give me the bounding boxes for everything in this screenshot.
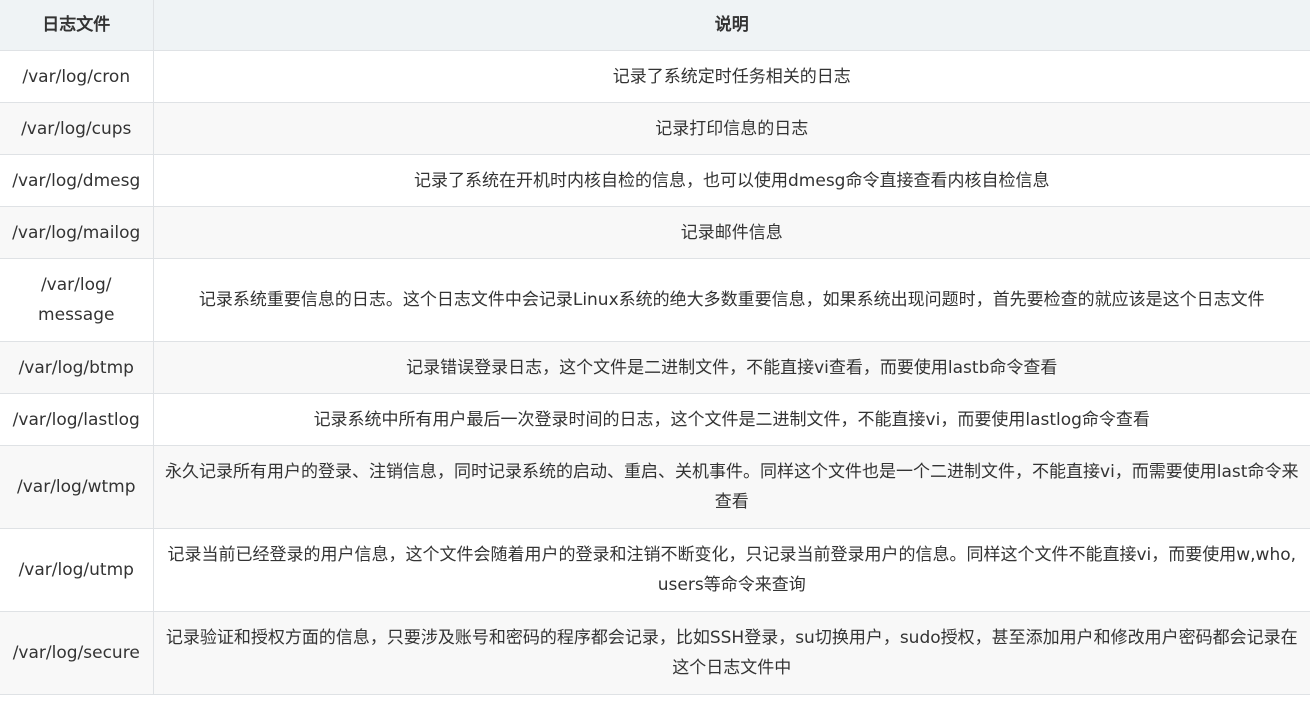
table-header-row: 日志文件 说明 — [0, 0, 1310, 51]
cell-log-file: /var/log/btmp — [0, 341, 154, 394]
table-row: /var/log/lastlog 记录系统中所有用户最后一次登录时间的日志，这个… — [0, 393, 1310, 446]
table-row: /var/log/dmesg 记录了系统在开机时内核自检的信息，也可以使用dme… — [0, 154, 1310, 207]
header-log-file: 日志文件 — [0, 0, 154, 51]
cell-description: 记录了系统在开机时内核自检的信息，也可以使用dmesg命令直接查看内核自检信息 — [152, 154, 1310, 207]
table-row: /var/log/btmp 记录错误登录日志，这个文件是二进制文件，不能直接vi… — [0, 341, 1310, 394]
cell-description: 记录验证和授权方面的信息，只要涉及账号和密码的程序都会记录，比如SSH登录，su… — [152, 611, 1310, 695]
cell-log-file: /var/log/utmp — [0, 528, 154, 612]
cell-log-file: /var/log/dmesg — [0, 154, 154, 207]
cell-log-file: /var/log/secure — [0, 611, 154, 695]
cell-log-file: /var/log/wtmp — [0, 445, 154, 529]
cell-log-file: /var/log/mailog — [0, 206, 154, 259]
table-row: /var/log/utmp 记录当前已经登录的用户信息，这个文件会随着用户的登录… — [0, 528, 1310, 612]
table-row: /var/log/wtmp 永久记录所有用户的登录、注销信息，同时记录系统的启动… — [0, 445, 1310, 529]
cell-log-file: /var/log/lastlog — [0, 393, 154, 446]
cell-description: 记录打印信息的日志 — [152, 102, 1310, 155]
table-row: /var/log/mailog 记录邮件信息 — [0, 206, 1310, 259]
table-row: /var/log/secure 记录验证和授权方面的信息，只要涉及账号和密码的程… — [0, 611, 1310, 695]
cell-description: 记录系统重要信息的日志。这个日志文件中会记录Linux系统的绝大多数重要信息，如… — [152, 258, 1310, 342]
header-description: 说明 — [152, 0, 1310, 51]
cell-description: 记录当前已经登录的用户信息，这个文件会随着用户的登录和注销不断变化，只记录当前登… — [152, 528, 1310, 612]
cell-description: 记录系统中所有用户最后一次登录时间的日志，这个文件是二进制文件，不能直接vi，而… — [152, 393, 1310, 446]
cell-log-file: /var/log/ message — [0, 258, 154, 342]
cell-description: 永久记录所有用户的登录、注销信息，同时记录系统的启动、重启、关机事件。同样这个文… — [152, 445, 1310, 529]
table-row: /var/log/cups 记录打印信息的日志 — [0, 102, 1310, 155]
table-row: /var/log/ message 记录系统重要信息的日志。这个日志文件中会记录… — [0, 258, 1310, 342]
cell-log-file: /var/log/cups — [0, 102, 154, 155]
log-files-table: 日志文件 说明 /var/log/cron 记录了系统定时任务相关的日志 /va… — [0, 0, 1310, 695]
cell-description: 记录了系统定时任务相关的日志 — [152, 50, 1310, 103]
table-row: /var/log/cron 记录了系统定时任务相关的日志 — [0, 50, 1310, 103]
cell-description: 记录错误登录日志，这个文件是二进制文件，不能直接vi查看，而要使用lastb命令… — [152, 341, 1310, 394]
cell-description: 记录邮件信息 — [152, 206, 1310, 259]
cell-log-file: /var/log/cron — [0, 50, 154, 103]
